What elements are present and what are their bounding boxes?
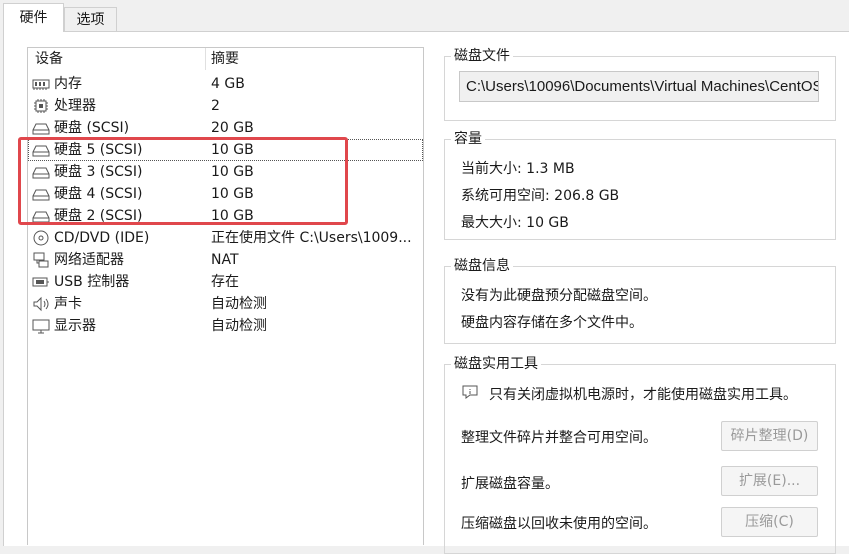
tab-bar: 硬件 选项 [0,0,849,32]
harddisk-icon [32,142,50,158]
device-row-usb-controller[interactable]: USB 控制器 存在 [28,271,423,293]
harddisk-icon [32,208,50,224]
column-header-device[interactable]: 设备 [35,48,63,70]
device-row-display[interactable]: 显示器 自动检测 [28,315,423,337]
device-summary: 存在 [211,274,239,290]
device-summary: 20 GB [211,120,254,136]
device-name: 处理器 [54,98,96,114]
device-summary: 4 GB [211,76,245,92]
harddisk-icon [32,186,50,202]
device-name: 显示器 [54,318,96,334]
device-name: 硬盘 5 (SCSI) [54,142,143,158]
device-name: 声卡 [54,296,82,312]
device-row-memory[interactable]: 内存 4 GB [28,73,423,95]
device-list[interactable]: 设备 摘要 内存 4 GB 处理器 2 硬盘 (SCSI) 20 GB 硬盘 5… [27,47,424,545]
device-summary: 自动检测 [211,318,267,334]
tab-options[interactable]: 选项 [64,7,117,31]
group-title-disk-info: 磁盘信息 [451,256,513,276]
group-disk-info: 磁盘信息 [444,256,836,344]
device-summary: 2 [211,98,220,114]
device-row-processor[interactable]: 处理器 2 [28,95,423,117]
device-name: 内存 [54,76,82,92]
device-row-cd-dvd[interactable]: CD/DVD (IDE) 正在使用文件 C:\Users\1009... [28,227,423,249]
column-separator[interactable] [205,48,206,70]
memory-icon [32,76,50,92]
device-row-harddisk-4[interactable]: 硬盘 4 (SCSI) 10 GB [28,183,423,205]
column-header-summary[interactable]: 摘要 [211,48,239,70]
compact-button[interactable]: 压缩(C) [721,507,818,537]
expand-button[interactable]: 扩展(E)... [721,466,818,496]
device-name: USB 控制器 [54,274,130,290]
device-name: 硬盘 (SCSI) [54,120,130,136]
display-icon [32,318,50,334]
device-row-harddisk-2[interactable]: 硬盘 2 (SCSI) 10 GB [28,205,423,227]
sound-card-icon [32,296,50,312]
group-title-disk-tools: 磁盘实用工具 [451,354,541,374]
device-summary: 正在使用文件 C:\Users\1009... [211,230,412,246]
group-title-disk-file: 磁盘文件 [451,46,513,66]
device-row-harddisk[interactable]: 硬盘 (SCSI) 20 GB [28,117,423,139]
compact-description: 压缩磁盘以回收未使用的空间。 [461,516,657,532]
device-summary: 自动检测 [211,296,267,312]
device-row-harddisk-3[interactable]: 硬盘 3 (SCSI) 10 GB [28,161,423,183]
current-size-text: 当前大小: 1.3 MB [461,161,575,177]
available-space-text: 系统可用空间: 206.8 GB [461,188,620,204]
device-summary: 10 GB [211,208,254,224]
device-row-harddisk-5[interactable]: 硬盘 5 (SCSI) 10 GB [28,139,423,161]
info-icon [461,384,479,400]
cd-dvd-icon [32,230,50,246]
defragment-button[interactable]: 碎片整理(D) [721,421,818,451]
device-row-network-adapter[interactable]: 网络适配器 NAT [28,249,423,271]
device-name: 网络适配器 [54,252,124,268]
tab-hardware[interactable]: 硬件 [3,3,64,32]
device-row-sound-card[interactable]: 声卡 自动检测 [28,293,423,315]
device-summary: 10 GB [211,164,254,180]
device-name: 硬盘 2 (SCSI) [54,208,143,224]
network-adapter-icon [32,252,50,268]
usb-controller-icon [32,274,50,290]
device-name: CD/DVD (IDE) [54,230,150,246]
disk-info-preallocation-text: 没有为此硬盘预分配磁盘空间。 [461,288,657,304]
group-title-capacity: 容量 [451,129,485,149]
device-name: 硬盘 4 (SCSI) [54,186,143,202]
disk-tools-notice-text: 只有关闭虚拟机电源时，才能使用磁盘实用工具。 [489,387,797,403]
expand-description: 扩展磁盘容量。 [461,476,559,492]
harddisk-icon [32,164,50,180]
processor-icon [32,98,50,114]
max-size-text: 最大大小: 10 GB [461,215,569,231]
defrag-description: 整理文件碎片并整合可用空间。 [461,430,657,446]
harddisk-icon [32,120,50,136]
device-summary: NAT [211,252,239,268]
device-summary: 10 GB [211,142,254,158]
disk-file-path-field[interactable]: C:\Users\10096\Documents\Virtual Machine… [459,71,819,102]
device-summary: 10 GB [211,186,254,202]
device-name: 硬盘 3 (SCSI) [54,164,143,180]
disk-info-storage-text: 硬盘内容存储在多个文件中。 [461,315,643,331]
